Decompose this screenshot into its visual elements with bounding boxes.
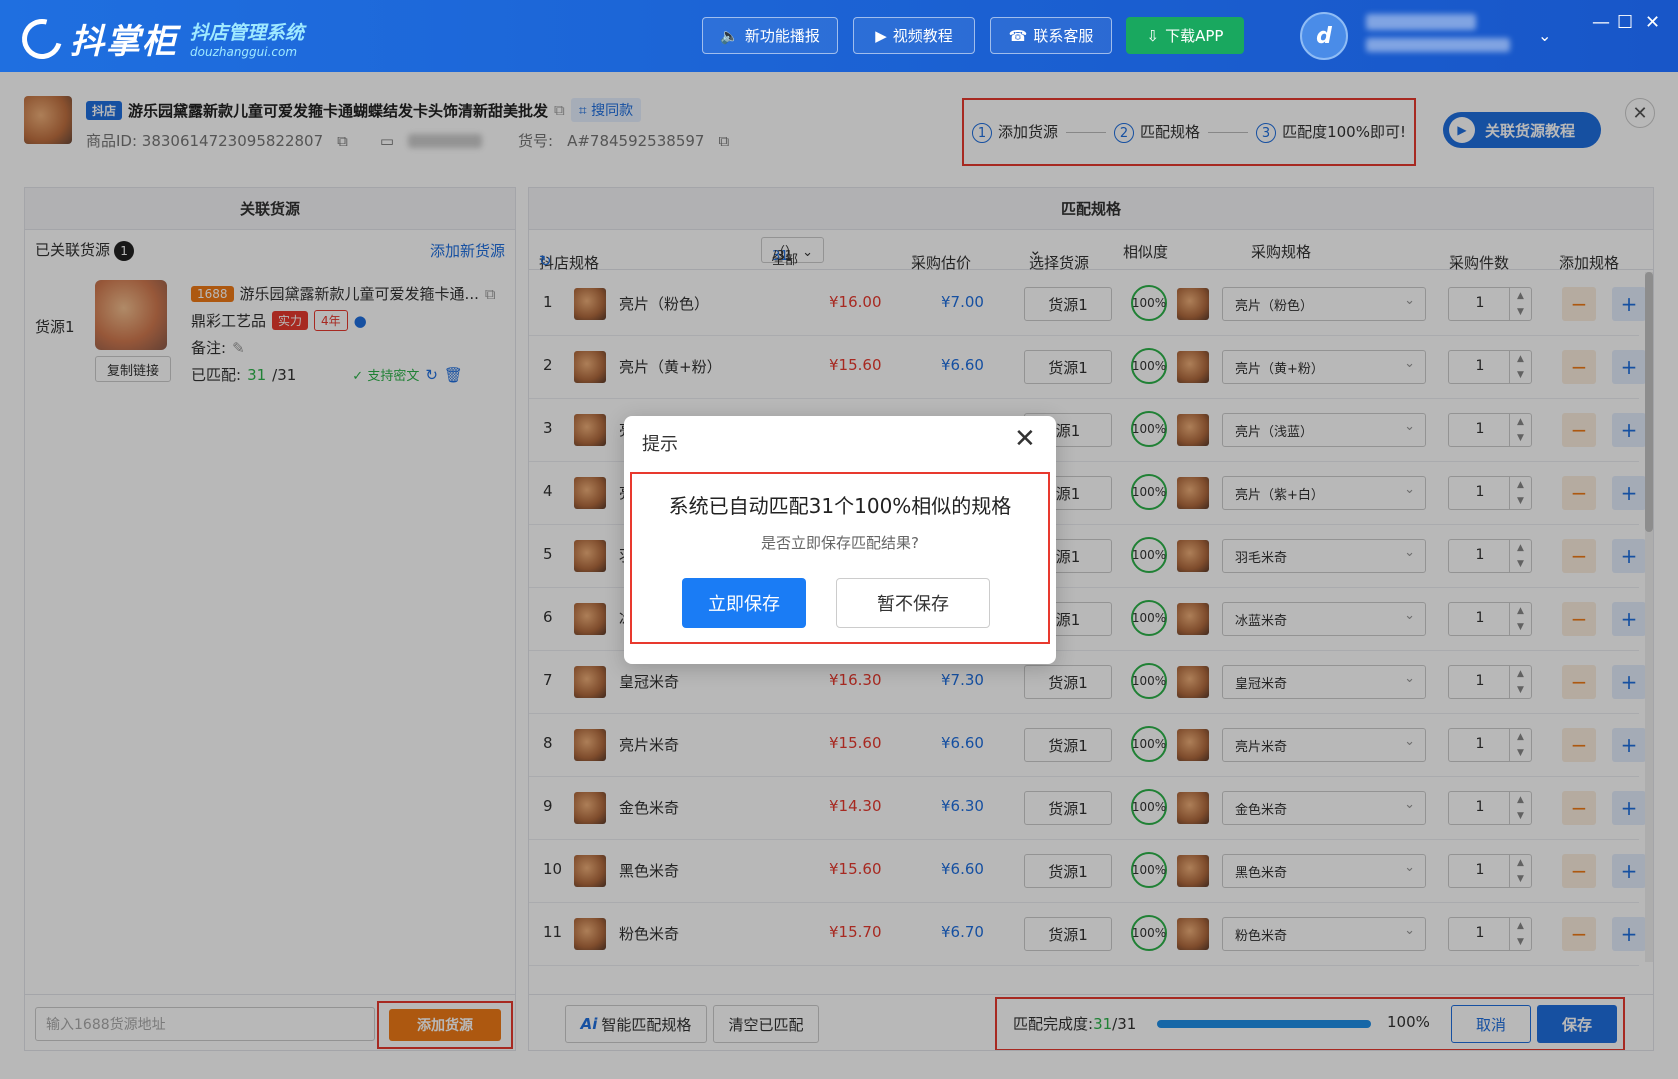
- app-logo: 抖掌柜 抖店管理系统 douzhanggui.com: [14, 11, 305, 66]
- chevron-down-icon[interactable]: ⌄: [1538, 26, 1551, 45]
- blurred-account: [1366, 38, 1510, 52]
- dialog-message: 系统已自动匹配31个100%相似的规格: [668, 494, 1012, 518]
- download-icon: ⇩: [1146, 26, 1160, 45]
- logo-mark-icon: [14, 11, 70, 66]
- maximize-icon[interactable]: ☐: [1617, 12, 1633, 33]
- blurred-username: [1366, 14, 1476, 30]
- video-icon: ▶: [875, 26, 887, 45]
- video-tutorial-button[interactable]: ▶ 视频教程: [853, 17, 975, 54]
- dialog-subtext: 是否立即保存匹配结果?: [761, 534, 919, 552]
- logo-name: 抖掌柜: [70, 22, 178, 62]
- prompt-dialog: 提示 ✕ 系统已自动匹配31个100%相似的规格 是否立即保存匹配结果? 立即保…: [624, 416, 1056, 664]
- app-header: 抖掌柜 抖店管理系统 douzhanggui.com 🔈 新功能播报 ▶ 视频教程 …: [0, 0, 1678, 72]
- user-avatar[interactable]: d: [1300, 12, 1348, 60]
- speaker-icon: 🔈: [720, 26, 739, 45]
- minimize-icon[interactable]: —: [1592, 12, 1610, 33]
- dialog-close-icon[interactable]: ✕: [1014, 424, 1036, 454]
- dialog-title: 提示: [642, 434, 678, 455]
- contact-support-button[interactable]: ☎ 联系客服: [990, 17, 1112, 54]
- logo-domain: douzhanggui.com: [190, 45, 298, 59]
- window-close-icon[interactable]: ✕: [1645, 12, 1660, 33]
- not-save-button[interactable]: 暂不保存: [836, 578, 990, 628]
- logo-subtitle: 抖店管理系统: [190, 22, 305, 44]
- headset-icon: ☎: [1008, 26, 1028, 45]
- download-app-button[interactable]: ⇩ 下载APP: [1126, 17, 1244, 54]
- save-now-button[interactable]: 立即保存: [682, 578, 806, 628]
- new-features-button[interactable]: 🔈 新功能播报: [702, 17, 838, 54]
